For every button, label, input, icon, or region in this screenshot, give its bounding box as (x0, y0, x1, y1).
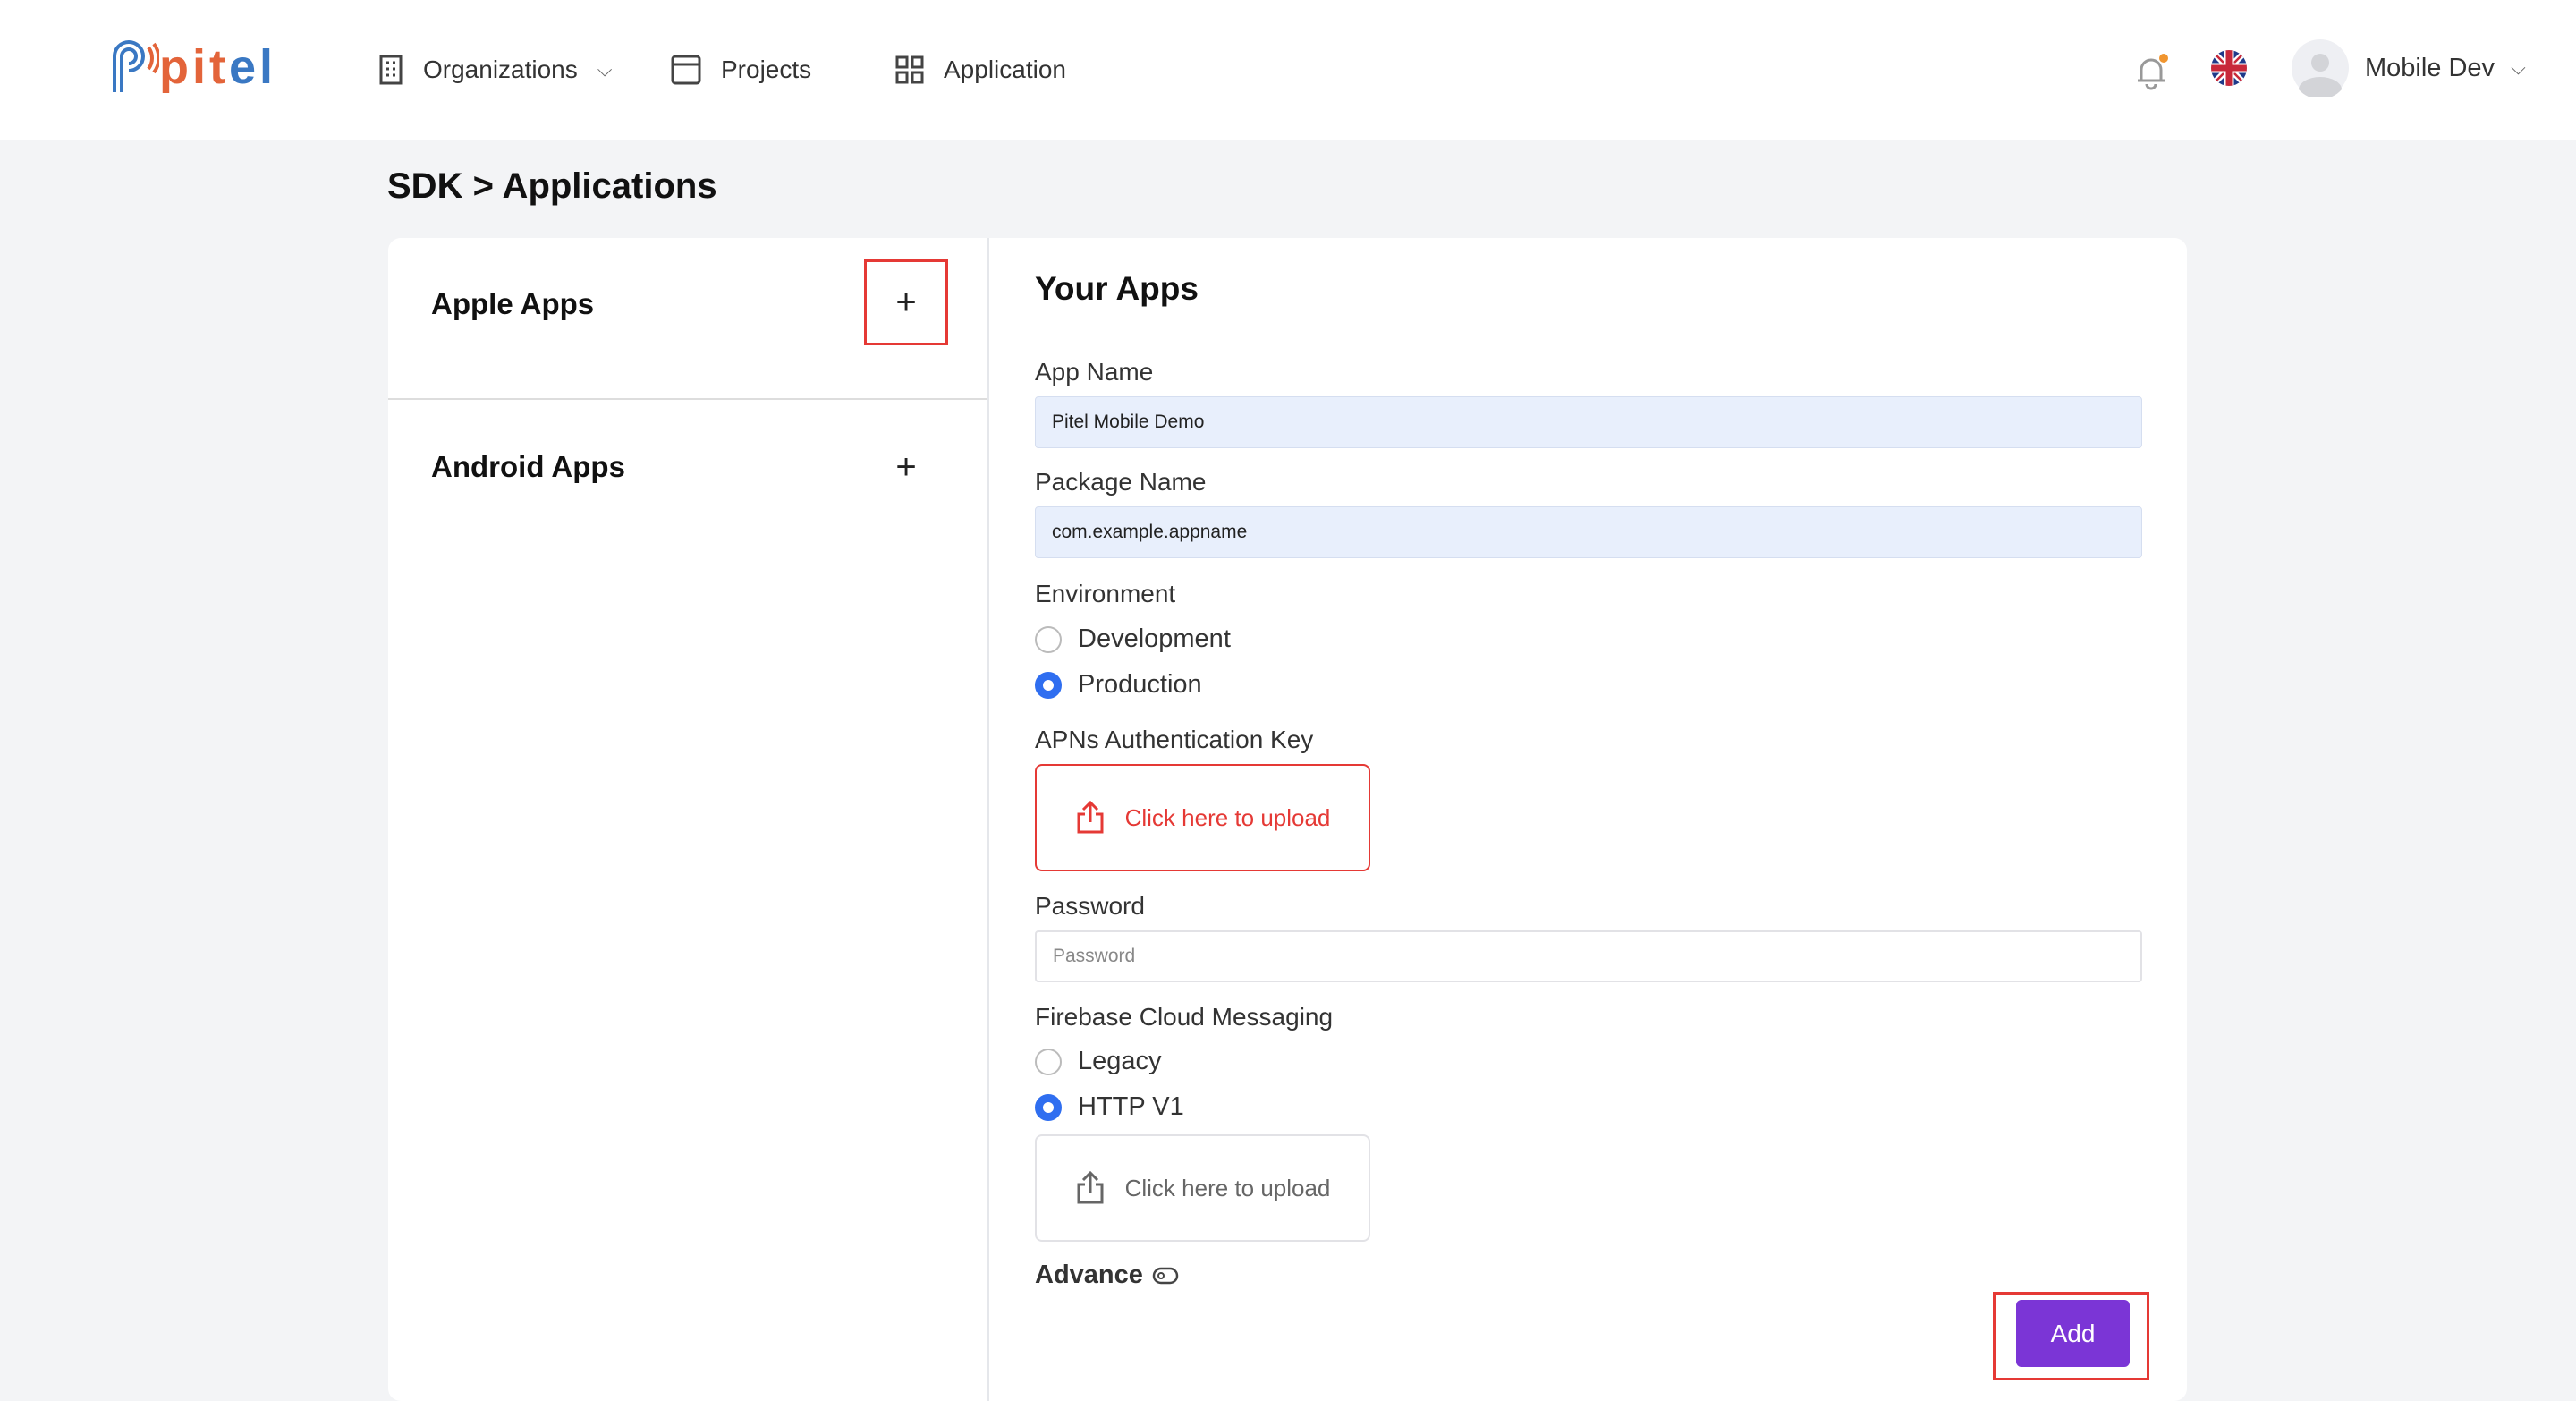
nav-label: Organizations (423, 55, 578, 83)
logo[interactable]: pit el (109, 39, 276, 95)
nav-organizations[interactable]: Organizations ⌵ (378, 48, 612, 91)
app-name-label: App Name (1035, 358, 1154, 386)
upload-icon (1077, 1171, 1104, 1204)
notification-bell[interactable] (2134, 52, 2170, 96)
apple-apps-heading: Apple Apps (431, 287, 595, 320)
building-icon (379, 55, 402, 85)
window-icon (671, 55, 701, 85)
avatar (2292, 39, 2349, 97)
chevron-down-icon: ⌵ (2511, 56, 2526, 79)
radio-legacy[interactable]: Legacy (1035, 1047, 1162, 1076)
radio-production[interactable]: Production (1035, 670, 1202, 700)
android-apps-heading: Android Apps (431, 450, 625, 483)
upload-icon (1077, 801, 1104, 834)
radio-label: Development (1078, 624, 1231, 653)
form-heading: Your Apps (1035, 270, 1199, 307)
chevron-down-icon: ⌵ (597, 58, 613, 81)
radio-label: Legacy (1078, 1047, 1162, 1075)
radio-circle[interactable] (1035, 625, 1062, 653)
applications-card: Apple Apps + Android Apps + Your Apps Ap… (388, 238, 2187, 1401)
advance-toggle[interactable]: Advance (1035, 1261, 1179, 1290)
grid-icon (895, 55, 924, 84)
upload-label: Click here to upload (1124, 803, 1331, 831)
fcm-label: Firebase Cloud Messaging (1035, 1003, 1334, 1031)
add-apple-app-button[interactable]: + (864, 259, 948, 345)
fcm-upload-button[interactable]: Click here to upload (1035, 1134, 1370, 1242)
platform-list: Apple Apps + Android Apps + (388, 238, 989, 1401)
toggle-off-icon[interactable] (1152, 1266, 1179, 1286)
radio-http-v1[interactable]: HTTP V1 (1035, 1092, 1184, 1122)
nav-application[interactable]: Application (895, 48, 1066, 91)
nav-label: Projects (721, 55, 812, 83)
advance-label: Advance (1035, 1261, 1143, 1289)
user-menu[interactable]: Mobile Dev ⌵ (2292, 39, 2526, 97)
password-label: Password (1035, 892, 1145, 920)
app-name-input[interactable]: Pitel Mobile Demo (1035, 396, 2142, 448)
nav-projects[interactable]: Projects (671, 48, 811, 91)
add-android-app-button[interactable]: + (864, 424, 948, 510)
radio-label: HTTP V1 (1078, 1092, 1184, 1121)
package-name-label: Package Name (1035, 468, 1207, 496)
environment-label: Environment (1035, 580, 1176, 607)
user-name: Mobile Dev (2365, 53, 2496, 82)
divider (388, 398, 987, 400)
language-flag[interactable] (2210, 49, 2248, 91)
radio-circle[interactable] (1035, 671, 1062, 699)
page-title: SDK > Applications (387, 166, 717, 206)
add-button[interactable]: Add (2016, 1300, 2130, 1367)
apns-upload-button[interactable]: Click here to upload (1035, 764, 1370, 871)
package-name-input[interactable]: com.example.appname (1035, 506, 2142, 558)
radio-label: Production (1078, 670, 1202, 699)
password-input[interactable]: Password (1035, 930, 2142, 982)
top-nav: pit el Organizations ⌵ Projects Applicatio… (0, 0, 2576, 140)
bell-icon (2138, 54, 2168, 90)
radio-circle[interactable] (1035, 1048, 1062, 1075)
upload-label: Click here to upload (1124, 1174, 1331, 1201)
pitel-logo-icon (113, 40, 159, 92)
radio-circle[interactable] (1035, 1093, 1062, 1121)
apns-key-label: APNs Authentication Key (1035, 726, 1314, 753)
nav-label: Application (944, 55, 1066, 83)
uk-flag-icon (2211, 50, 2247, 86)
radio-development[interactable]: Development (1035, 624, 1231, 654)
